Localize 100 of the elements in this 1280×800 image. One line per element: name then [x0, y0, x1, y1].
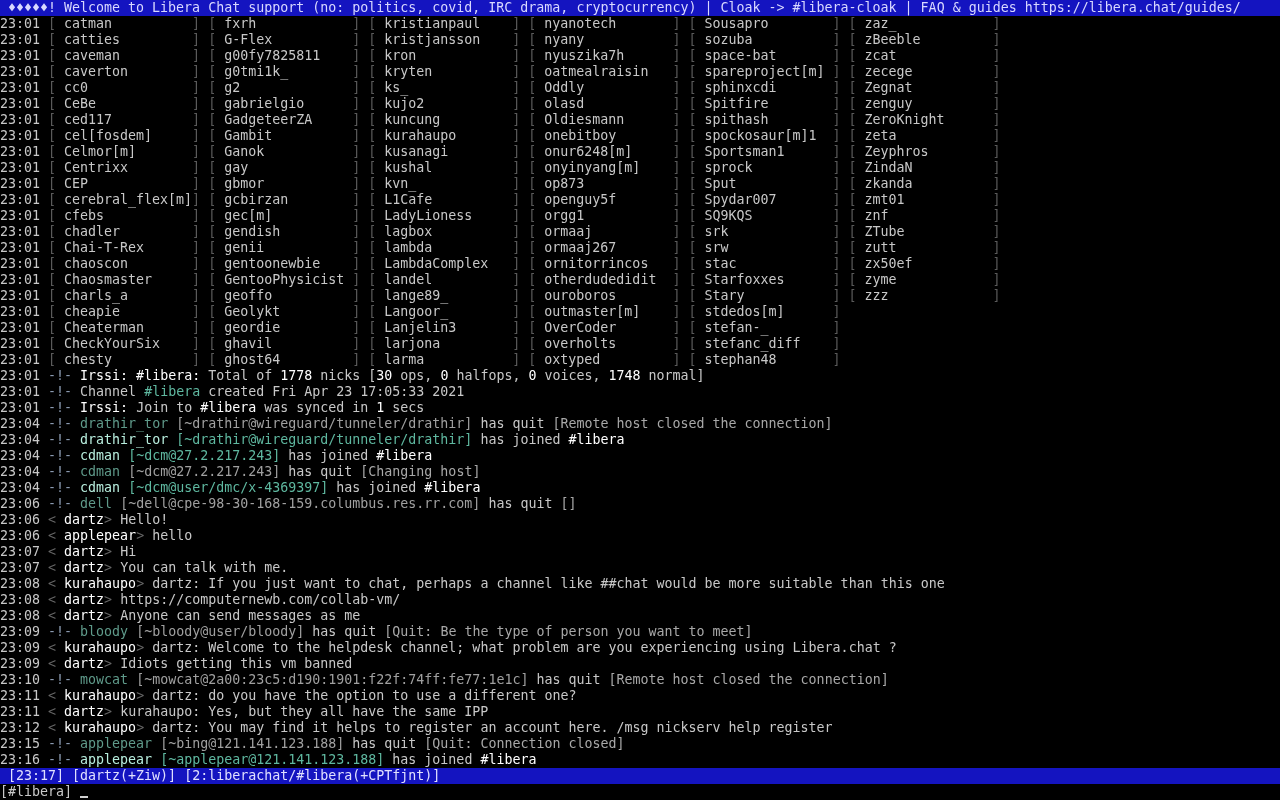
timestamp: 23:01	[0, 224, 42, 240]
timestamp: 23:01	[0, 352, 42, 368]
timestamp: 23:01	[0, 240, 42, 256]
bracket: ]	[192, 48, 201, 64]
bracket: [	[848, 208, 858, 224]
bracket: [	[48, 304, 58, 320]
quit-reason: [Quit: Be the type of person you want to meet]	[384, 624, 753, 639]
bracket: ]	[832, 224, 841, 240]
bracket: ]	[512, 256, 521, 272]
bracket: [	[48, 240, 58, 256]
bracket: ]	[352, 96, 361, 112]
bracket: ]	[992, 208, 1001, 224]
prompt-label: [#libera]	[0, 784, 73, 800]
nick-bracket: >	[104, 544, 113, 559]
status-item: [dartz(+Ziw)]	[72, 768, 177, 784]
nick-name: op873	[544, 176, 586, 192]
timestamp: 23:12	[0, 720, 42, 736]
nick-name: kvn_	[384, 176, 418, 192]
nick-name: OverCoder	[544, 320, 618, 336]
nick-name: GentooPhysicist	[224, 272, 346, 288]
nick-name: ghost64	[224, 352, 282, 368]
bracket: ]	[992, 128, 1001, 144]
bracket: ]	[672, 128, 681, 144]
bracket: [	[848, 176, 858, 192]
bracket: [	[208, 336, 218, 352]
bracket: ]	[992, 160, 1001, 176]
bracket: [	[368, 128, 378, 144]
timestamp: 23:06	[0, 496, 42, 512]
bracket: [	[48, 336, 58, 352]
bracket: ]	[832, 176, 841, 192]
bracket: ]	[512, 192, 521, 208]
channel-name: #libera	[144, 384, 201, 399]
message-text: dartz: If you just want to chat, perhaps a channel like ##chat would be more suitable than this one	[152, 576, 945, 591]
event-text: has quit	[536, 672, 601, 687]
timestamp: 23:01	[0, 336, 42, 352]
bracket: ]	[192, 32, 201, 48]
message-text: hello	[152, 528, 193, 543]
nick-bracket: <	[48, 560, 57, 575]
bracket: ]	[192, 240, 201, 256]
nick-name: gentoonewbie	[224, 256, 322, 272]
nick-name: zzz	[864, 288, 890, 304]
bracket: ]	[512, 32, 521, 48]
nick-name: stac	[704, 256, 738, 272]
nick-name: LadyLioness	[384, 208, 474, 224]
bracket: [	[48, 352, 58, 368]
bracket: ]	[512, 336, 521, 352]
nick-name: CEP	[64, 176, 90, 192]
bracket: [	[208, 320, 218, 336]
bracket: [	[848, 256, 858, 272]
nick-name: stephan48	[704, 352, 778, 368]
bracket: [	[208, 48, 218, 64]
bracket: [	[528, 48, 538, 64]
nick-name: nyanotech	[544, 16, 618, 32]
timestamp: 23:01	[0, 32, 42, 48]
bracket: ]	[352, 176, 361, 192]
bracket: [	[528, 352, 538, 368]
nick-name: dartz	[64, 512, 105, 527]
bracket: ]	[832, 16, 841, 32]
bracket: ]	[192, 320, 201, 336]
nick-name: chaoscon	[64, 256, 130, 272]
bracket: [	[48, 80, 58, 96]
nick-name: onyinyang[m]	[544, 160, 642, 176]
bracket: ]	[352, 272, 361, 288]
nick-name: zkanda	[864, 176, 914, 192]
nick-name: charls_a	[64, 288, 130, 304]
timestamp: 23:06	[0, 528, 42, 544]
bracket: ]	[832, 112, 841, 128]
bracket: [	[688, 320, 698, 336]
bracket: [	[48, 128, 58, 144]
bracket: ]	[672, 48, 681, 64]
nick-name: space-bat	[704, 48, 778, 64]
bracket: ]	[512, 128, 521, 144]
bracket: [	[368, 336, 378, 352]
timestamp: 23:01	[0, 160, 42, 176]
nick-name: kron	[384, 48, 418, 64]
bracket: [	[528, 320, 538, 336]
nick-name: ghavil	[224, 336, 274, 352]
nick-bracket: >	[136, 720, 145, 735]
bracket: ]	[672, 112, 681, 128]
bracket: [	[368, 224, 378, 240]
nick-name: kristianpaul	[384, 16, 482, 32]
nick-bracket: >	[104, 512, 113, 527]
nick-name: stdedos[m]	[704, 304, 786, 320]
bracket: ]	[352, 64, 361, 80]
bracket: [	[208, 64, 218, 80]
bracket: ]	[832, 144, 841, 160]
bracket: ]	[832, 320, 841, 336]
bracket: ]	[192, 80, 201, 96]
nick-name: Sput	[704, 176, 738, 192]
user-host: [~dell@cpe-98-30-168-159.columbus.res.rr.com]	[120, 496, 481, 511]
nick-bracket: >	[104, 560, 113, 575]
nick-name: spockosaur[m]1	[704, 128, 818, 144]
timestamp: 23:01	[0, 112, 42, 128]
event-text: created Fri Apr 23 17:05:33 2021	[208, 384, 465, 399]
nick-name: Oddly	[544, 80, 586, 96]
quit-reason: [Changing host]	[360, 464, 481, 479]
nick-name: Zeyphros	[864, 144, 930, 160]
bracket: ]	[512, 352, 521, 368]
bracket: ]	[672, 160, 681, 176]
message-text: You can talk with me.	[120, 560, 289, 575]
